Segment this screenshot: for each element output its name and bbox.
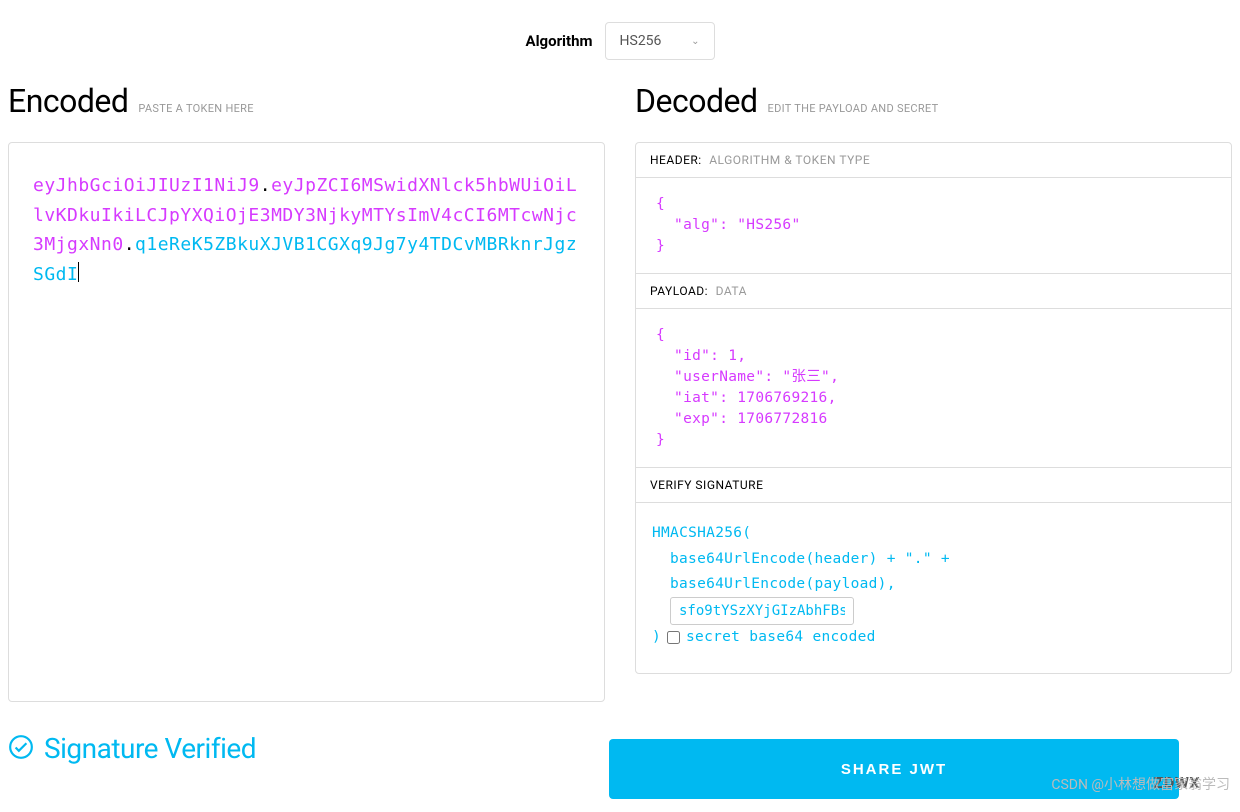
- chevron-down-icon: ⌄: [691, 36, 699, 47]
- decoded-title: Decoded: [635, 82, 758, 120]
- sig-line4-prefix: ): [652, 625, 661, 650]
- payload-json-editor[interactable]: { "id": 1, "userName": "张三", "iat": 1706…: [636, 309, 1231, 468]
- encoded-column: Encoded PASTE A TOKEN HERE eyJhbGciOiJIU…: [8, 82, 605, 702]
- decoded-box: HEADER: ALGORITHM & TOKEN TYPE { "alg": …: [635, 142, 1232, 674]
- header-section-header: HEADER: ALGORITHM & TOKEN TYPE: [636, 143, 1231, 178]
- payload-label: PAYLOAD:: [650, 284, 708, 298]
- signature-section-header: VERIFY SIGNATURE: [636, 468, 1231, 503]
- payload-json: { "id": 1, "userName": "张三", "iat": 1706…: [656, 325, 1211, 451]
- signature-body: HMACSHA256( base64UrlEncode(header) + ".…: [636, 503, 1231, 673]
- sig-line2: base64UrlEncode(header) + "." +: [652, 547, 1215, 572]
- secret-base64-label: secret base64 encoded: [686, 625, 876, 650]
- algorithm-value: HS256: [620, 33, 662, 49]
- encoded-token-input[interactable]: eyJhbGciOiJIUzI1NiJ9.eyJpZCI6MSwidXNlck5…: [8, 142, 605, 702]
- sig-line3: base64UrlEncode(payload),: [652, 572, 1215, 597]
- signature-label: VERIFY SIGNATURE: [650, 478, 763, 492]
- algorithm-row: Algorithm HS256 ⌄: [0, 0, 1240, 82]
- encoded-title: Encoded: [8, 82, 128, 120]
- verified-text: Signature Verified: [44, 732, 256, 765]
- token-header-part: eyJhbGciOiJIUzI1NiJ9: [33, 175, 260, 196]
- text-cursor: [78, 262, 79, 282]
- header-json-editor[interactable]: { "alg": "HS256" }: [636, 178, 1231, 274]
- header-sub: ALGORITHM & TOKEN TYPE: [709, 153, 870, 167]
- algorithm-select[interactable]: HS256 ⌄: [605, 22, 715, 60]
- payload-sub: DATA: [716, 284, 747, 298]
- payload-section-header: PAYLOAD: DATA: [636, 274, 1231, 309]
- algorithm-label: Algorithm: [525, 32, 592, 50]
- check-circle-icon: [8, 734, 34, 764]
- watermark-csdn: CSDN @小林想做富家翁学习: [1051, 774, 1230, 794]
- secret-input[interactable]: [670, 597, 854, 625]
- secret-base64-checkbox[interactable]: [667, 631, 680, 644]
- encoded-subtitle: PASTE A TOKEN HERE: [138, 102, 253, 115]
- sig-line1: HMACSHA256(: [652, 521, 1215, 546]
- header-label: HEADER:: [650, 153, 702, 167]
- decoded-column: Decoded EDIT THE PAYLOAD AND SECRET HEAD…: [635, 82, 1232, 702]
- header-json: { "alg": "HS256" }: [656, 194, 1211, 257]
- decoded-subtitle: EDIT THE PAYLOAD AND SECRET: [768, 102, 939, 115]
